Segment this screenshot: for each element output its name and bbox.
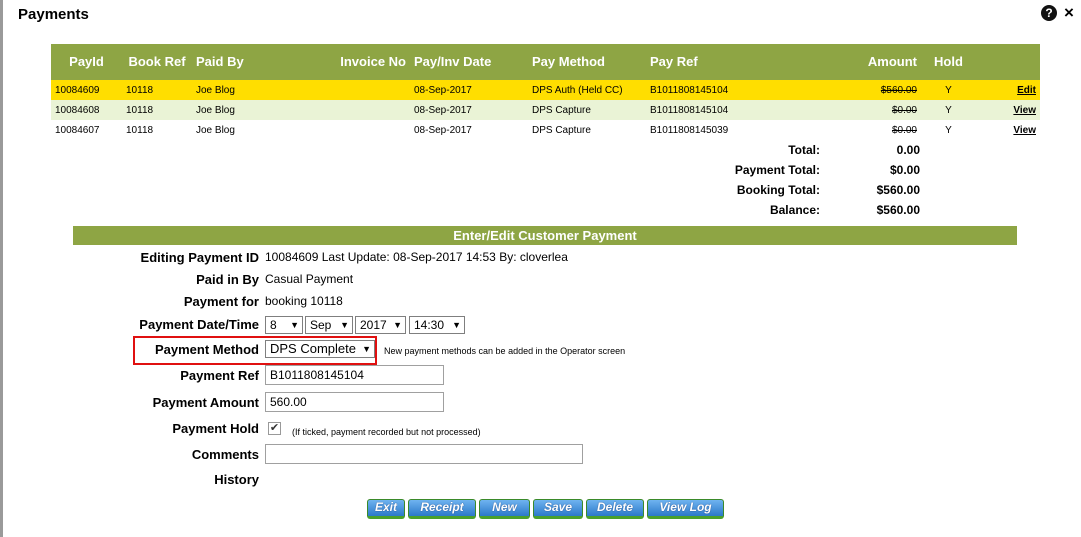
payment-datetime-label: Payment Date/Time xyxy=(139,317,259,332)
chevron-down-icon: ▼ xyxy=(290,320,299,330)
table-row[interactable]: 10084608 10118 Joe Blog 08-Sep-2017 DPS … xyxy=(51,100,1040,120)
exit-button[interactable]: Exit xyxy=(367,499,405,519)
booking-total-value: $560.00 xyxy=(876,183,920,197)
col-header-invoice: Invoice No xyxy=(329,44,410,80)
new-button[interactable]: New xyxy=(479,499,530,519)
paid-in-by-label: Paid in By xyxy=(196,272,259,287)
total-value: 0.00 xyxy=(896,143,920,157)
month-select-value: Sep xyxy=(310,318,332,332)
cell-payid: 10084607 xyxy=(51,120,122,140)
balance-value: $560.00 xyxy=(876,203,920,217)
payment-method-value: DPS Complete xyxy=(270,341,356,356)
cell-bookref: 10118 xyxy=(122,120,192,140)
cell-method: DPS Auth (Held CC) xyxy=(528,80,646,100)
cell-date: 08-Sep-2017 xyxy=(410,100,528,120)
cell-amount: $0.00 xyxy=(891,104,917,116)
cell-ref: B1011808145104 xyxy=(646,80,801,100)
cell-bookref: 10118 xyxy=(122,80,192,100)
table-row[interactable]: 10084609 10118 Joe Blog 08-Sep-2017 DPS … xyxy=(51,80,1040,100)
balance-label: Balance: xyxy=(769,203,820,217)
cell-payid: 10084609 xyxy=(51,80,122,100)
close-icon[interactable]: × xyxy=(1064,3,1074,23)
chevron-down-icon: ▼ xyxy=(393,320,402,330)
chevron-down-icon: ▼ xyxy=(452,320,461,330)
comments-label: Comments xyxy=(191,447,259,462)
editing-payment-label: Editing Payment ID xyxy=(140,250,259,265)
total-label: Total: xyxy=(788,143,820,157)
comments-input[interactable] xyxy=(265,444,583,464)
cell-ref: B1011808145039 xyxy=(646,120,801,140)
view-link[interactable]: View xyxy=(976,100,1040,120)
col-header-hold: Hold xyxy=(921,44,976,80)
payments-table: PayId Book Ref Paid By Invoice No Pay/In… xyxy=(51,44,1040,140)
col-header-payid: PayId xyxy=(51,44,122,80)
col-header-bookref: Book Ref xyxy=(122,44,192,80)
cell-date: 08-Sep-2017 xyxy=(410,80,528,100)
col-header-ref: Pay Ref xyxy=(646,44,801,80)
paid-in-by-value: Casual Payment xyxy=(265,272,354,286)
payment-hold-label: Payment Hold xyxy=(172,421,259,436)
payment-for-value: booking 10118 xyxy=(265,294,343,308)
cell-amount: $0.00 xyxy=(891,124,917,136)
cell-method: DPS Capture xyxy=(528,120,646,140)
view-log-button[interactable]: View Log xyxy=(647,499,724,519)
editing-payment-value: 10084609 Last Update: 08-Sep-2017 14:53 … xyxy=(265,250,568,264)
cell-paidby: Joe Blog xyxy=(192,100,329,120)
payment-ref-label: Payment Ref xyxy=(180,368,259,383)
chevron-down-icon: ▼ xyxy=(362,344,371,354)
cell-date: 08-Sep-2017 xyxy=(410,120,528,140)
table-row[interactable]: 10084607 10118 Joe Blog 08-Sep-2017 DPS … xyxy=(51,120,1040,140)
col-header-method: Pay Method xyxy=(528,44,646,80)
col-header-date: Pay/Inv Date xyxy=(410,44,528,80)
month-select[interactable]: Sep ▼ xyxy=(305,316,353,334)
cell-hold: Y xyxy=(921,80,976,100)
payment-ref-input[interactable]: B1011808145104 xyxy=(265,365,444,385)
cell-method: DPS Capture xyxy=(528,100,646,120)
section-title: Enter/Edit Customer Payment xyxy=(73,226,1017,245)
cell-paidby: Joe Blog xyxy=(192,120,329,140)
payment-amount-input[interactable]: 560.00 xyxy=(265,392,444,412)
payment-method-label: Payment Method xyxy=(154,342,259,357)
col-header-paidby: Paid By xyxy=(192,44,329,80)
cell-paidby: Joe Blog xyxy=(192,80,329,100)
help-icon[interactable]: ? xyxy=(1041,5,1057,21)
cell-amount: $560.00 xyxy=(880,84,917,96)
cell-bookref: 10118 xyxy=(122,100,192,120)
delete-button[interactable]: Delete xyxy=(586,499,644,519)
day-select[interactable]: 8 ▼ xyxy=(265,316,303,334)
cell-payid: 10084608 xyxy=(51,100,122,120)
table-header-row: PayId Book Ref Paid By Invoice No Pay/In… xyxy=(51,44,1040,80)
day-select-value: 8 xyxy=(270,318,277,332)
payment-amount-label: Payment Amount xyxy=(152,395,259,410)
cell-hold: Y xyxy=(921,120,976,140)
cell-invoice xyxy=(329,80,410,100)
time-select-value: 14:30 xyxy=(414,318,445,332)
cell-invoice xyxy=(329,120,410,140)
chevron-down-icon: ▼ xyxy=(340,320,349,330)
year-select-value: 2017 xyxy=(360,318,387,332)
payment-hold-checkbox[interactable]: ✔ xyxy=(268,422,281,435)
save-button[interactable]: Save xyxy=(533,499,583,519)
receipt-button[interactable]: Receipt xyxy=(408,499,476,519)
col-header-action xyxy=(976,44,1040,80)
dialog-title: Payments xyxy=(18,6,89,23)
cell-hold: Y xyxy=(921,100,976,120)
history-label: History xyxy=(214,472,259,487)
edit-link[interactable]: Edit xyxy=(976,80,1040,100)
payment-total-label: Payment Total: xyxy=(734,163,820,177)
cell-ref: B1011808145104 xyxy=(646,100,801,120)
cell-invoice xyxy=(329,100,410,120)
view-link[interactable]: View xyxy=(976,120,1040,140)
payment-hold-hint: (If ticked, payment recorded but not pro… xyxy=(292,427,481,437)
payment-total-value: $0.00 xyxy=(889,163,920,177)
window-left-edge xyxy=(0,0,3,537)
payment-method-select[interactable]: DPS Complete ▼ xyxy=(265,340,375,358)
time-select[interactable]: 14:30 ▼ xyxy=(409,316,465,334)
col-header-amount: Amount xyxy=(801,44,921,80)
payment-for-label: Payment for xyxy=(183,294,259,309)
year-select[interactable]: 2017 ▼ xyxy=(355,316,406,334)
payment-method-hint: New payment methods can be added in the … xyxy=(384,346,626,356)
booking-total-label: Booking Total: xyxy=(736,183,820,197)
